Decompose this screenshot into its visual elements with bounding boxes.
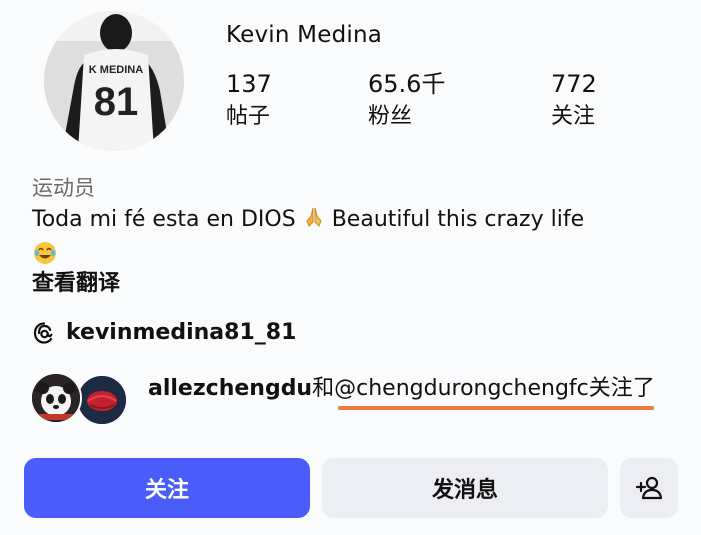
followed-joiner: 和: [312, 376, 335, 401]
stat-followers-value: 65.6千: [368, 70, 446, 98]
laughing-face-icon: [32, 240, 692, 275]
bio-text-part2: Beautiful this crazy life: [331, 207, 585, 232]
profile-avatar[interactable]: K MEDINA 81: [44, 11, 184, 151]
profile-name: Kevin Medina: [226, 22, 383, 48]
followed-by-text: allezchengdu和@chengdurongchengfc关注了: [148, 374, 668, 403]
follow-button[interactable]: 关注: [24, 458, 310, 518]
profile-category: 运动员: [32, 176, 95, 200]
follower-avatar-panda: [30, 372, 82, 424]
threads-handle: kevinmedina81_81: [66, 320, 297, 345]
follower-username-link[interactable]: allezchengdu: [148, 376, 312, 401]
stat-posts-label: 帖子: [226, 104, 271, 129]
jersey-name-text: K MEDINA: [89, 64, 143, 76]
follower-mention-link[interactable]: @chengdurongchengfc: [334, 376, 589, 401]
stat-following-value: 772: [551, 70, 597, 98]
stat-followers[interactable]: 65.6千 粉丝: [368, 70, 445, 132]
stat-posts-value: 137: [226, 70, 272, 98]
bio-text-part1: Toda mi fé esta en DIOS: [32, 207, 296, 232]
athlete-photo: K MEDINA 81: [44, 11, 184, 151]
add-person-icon: [635, 476, 663, 500]
jersey-number-text: 81: [94, 80, 139, 124]
follower-avatar-club: [76, 374, 128, 426]
suggest-people-button[interactable]: [620, 458, 678, 518]
praying-hands-icon: [302, 205, 326, 238]
stat-posts[interactable]: 137 帖子: [226, 70, 272, 132]
stat-followers-label: 粉丝: [368, 104, 413, 129]
see-translation-link[interactable]: 查看翻译: [32, 265, 120, 297]
annotation-underline: [338, 406, 654, 410]
threads-link[interactable]: kevinmedina81_81: [32, 320, 296, 345]
message-button[interactable]: 发消息: [322, 458, 608, 518]
stat-following-label: 关注: [551, 104, 596, 129]
followed-suffix: 关注了: [588, 376, 655, 401]
profile-bio: Toda mi fé esta en DIOS Beautiful this cr…: [32, 205, 692, 275]
stat-following[interactable]: 772 关注: [551, 70, 597, 132]
threads-icon: [33, 321, 53, 344]
